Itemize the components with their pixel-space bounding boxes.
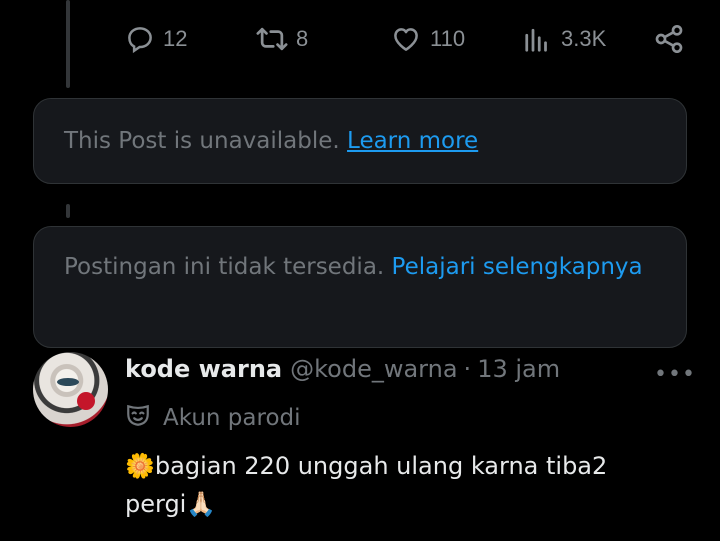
like-count: 110 [430, 26, 466, 51]
share-icon [653, 23, 685, 55]
views-icon [523, 24, 553, 54]
avatar-eye [57, 378, 79, 386]
unavailable-post-notice-id: Postingan ini tidak tersedia. Pelajari s… [33, 226, 687, 348]
separator: · [463, 355, 472, 383]
parody-text: Akun parodi [163, 405, 301, 431]
avatar[interactable] [33, 352, 108, 427]
flower-emoji: 🌼 [125, 452, 155, 480]
display-name[interactable]: kode warna [125, 355, 282, 383]
post-text: 🌼bagian 220 unggah ulang karna tiba2 per… [125, 447, 665, 523]
heart-icon [390, 24, 422, 54]
more-options-icon[interactable]: ••• [654, 362, 696, 387]
post-time[interactable]: 13 jam [477, 355, 560, 383]
share-button[interactable] [653, 18, 685, 60]
avatar-flower [77, 392, 95, 410]
repost-button[interactable]: 8 [256, 18, 308, 60]
post-action-bar: 12 8 110 3.3K [0, 18, 720, 60]
reply-count: 12 [163, 26, 188, 51]
user-handle[interactable]: @kode_warna [290, 355, 457, 383]
unavailable-post-notice-en: This Post is unavailable. Learn more [33, 98, 687, 184]
parody-label: Akun parodi [125, 402, 301, 434]
views-count: 3.3K [561, 26, 607, 51]
views-button[interactable]: 3.3K [523, 18, 606, 60]
learn-more-link[interactable]: Learn more [347, 128, 478, 154]
repost-icon [256, 24, 288, 54]
repost-count: 8 [296, 26, 309, 51]
thread-line-mid [66, 204, 70, 218]
like-button[interactable]: 110 [390, 18, 465, 60]
post-header: kode warna @kode_warna · 13 jam [125, 355, 560, 383]
reply-icon [125, 24, 155, 54]
notice-text: Postingan ini tidak tersedia. [64, 254, 385, 280]
mask-icon [125, 402, 151, 434]
learn-more-link[interactable]: Pelajari selengkapnya [392, 254, 643, 280]
reply-button[interactable]: 12 [125, 18, 187, 60]
pray-emoji: 🙏🏻 [186, 490, 217, 518]
notice-text: This Post is unavailable. [64, 128, 340, 154]
